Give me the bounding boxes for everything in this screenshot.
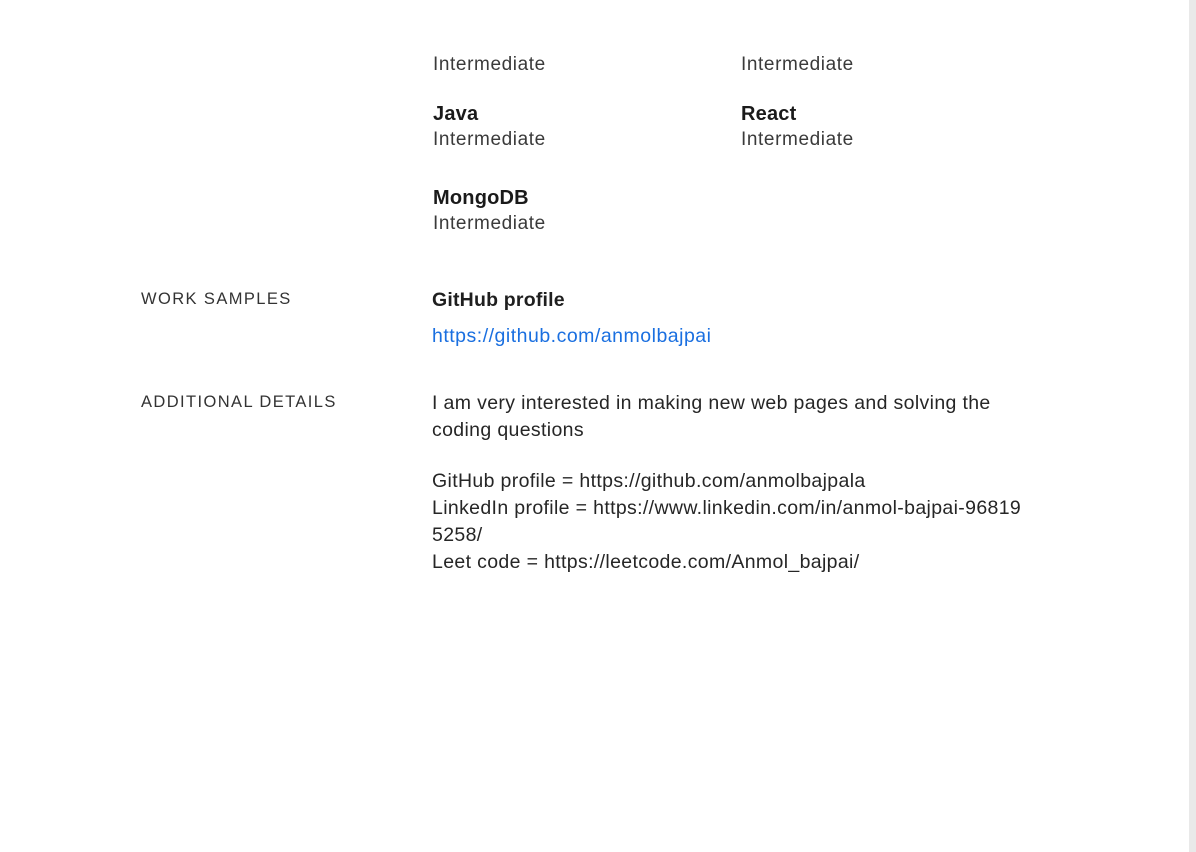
skill-item-mongodb: MongoDB Intermediate [433, 185, 713, 237]
skill-level: Intermediate [433, 213, 546, 234]
skill-name: MongoDB [433, 187, 529, 209]
work-sample-title: GitHub profile [432, 289, 565, 311]
skill-item: Intermediate [741, 52, 1021, 78]
work-samples-section: GitHub profile https://github.com/anmolb… [432, 287, 1032, 349]
additional-details-paragraph: I am very interested in making new web p… [432, 392, 991, 441]
skill-item: Intermediate [433, 52, 713, 78]
skill-level: Intermediate [433, 54, 546, 75]
github-profile-link[interactable]: https://github.com/anmolbajpai [432, 323, 712, 349]
skill-level: Intermediate [741, 54, 854, 75]
skill-item-java: Java Intermediate [433, 101, 713, 153]
additional-details-label: ADDITIONAL DETAILS [141, 393, 337, 411]
page-scroll-edge [1189, 0, 1196, 852]
linkedin-profile-line: LinkedIn profile = https://www.linkedin.… [432, 497, 1022, 546]
work-samples-label: WORK SAMPLES [141, 290, 292, 308]
skill-level: Intermediate [433, 129, 546, 150]
skill-item-react: React Intermediate [741, 101, 1021, 153]
skill-name: Java [433, 103, 479, 125]
github-profile-line: GitHub profile = https://github.com/anmo… [432, 470, 866, 492]
skill-name: React [741, 103, 797, 125]
additional-details-section: I am very interested in making new web p… [432, 390, 1032, 576]
leetcode-line: Leet code = https://leetcode.com/Anmol_b… [432, 551, 860, 573]
skill-level: Intermediate [741, 129, 854, 150]
additional-details-lines: GitHub profile = https://github.com/anmo… [432, 468, 1032, 576]
